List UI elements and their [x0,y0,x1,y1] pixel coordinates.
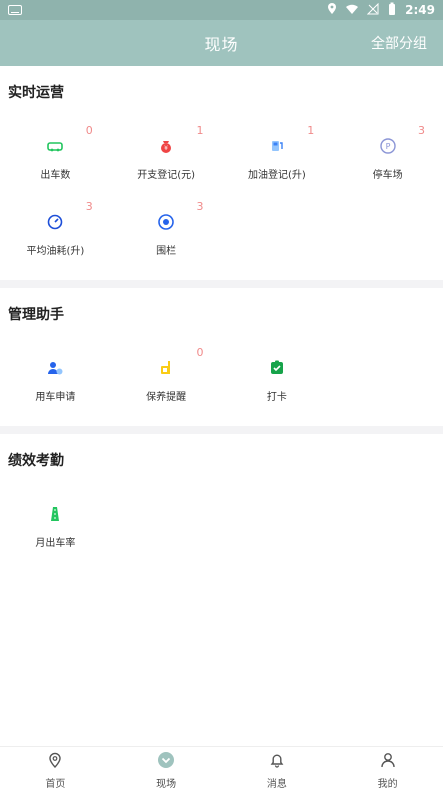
item-label: 停车场 [372,170,403,181]
realtime-section: 实时运营 出车数 0 ¥ 开支登记(元) 1 加油登记(升) 1 P 停车场 3… [0,66,443,280]
battery-icon [387,2,397,19]
realtime-grid: 出车数 0 ¥ 开支登记(元) 1 加油登记(升) 1 P 停车场 3 平均油耗… [0,112,443,280]
item-vehicle-request[interactable]: 用车申请 [0,352,111,416]
chevron-down-circle-icon [157,751,175,773]
item-avg-fuel[interactable]: 平均油耗(升) 3 [0,200,111,270]
management-grid: 用车申请 保养提醒 0 打卡 [0,334,443,426]
parking-icon: P [378,136,398,156]
check-in-icon [267,358,287,378]
no-signal-icon [366,2,379,18]
badge-count: 0 [85,124,93,137]
badge-count: 3 [196,200,204,213]
nav-home[interactable]: 首页 [0,747,111,793]
nav-label: 现场 [156,779,177,790]
item-monthly-trip-rate[interactable]: 月出车率 [0,498,111,562]
section-title: 绩效考勤 [8,453,64,469]
empty-slot [111,498,222,562]
nav-messages[interactable]: 消息 [222,747,333,793]
status-bar: 2:49 [0,0,443,20]
user-icon [379,751,397,773]
badge-count: 0 [196,346,204,359]
item-maintenance-reminder[interactable]: 保养提醒 0 [111,346,222,416]
section-title: 实时运营 [8,85,64,101]
empty-slot [332,352,443,416]
management-section: 管理助手 用车申请 保养提醒 0 打卡 [0,288,443,426]
road-icon [45,504,65,524]
car-icon [45,136,65,156]
maintenance-icon [156,358,176,378]
item-label: 打卡 [266,392,287,403]
nav-onsite[interactable]: 现场 [111,747,222,793]
item-expense-register[interactable]: ¥ 开支登记(元) 1 [111,124,222,194]
section-title: 管理助手 [8,307,64,323]
item-trip-count[interactable]: 出车数 0 [0,124,111,194]
status-time: 2:49 [405,3,435,17]
money-bag-icon: ¥ [156,136,176,156]
status-right: 2:49 [327,2,443,19]
bottom-navigation: 首页 现场 消息 我的 [0,746,443,793]
empty-slot [222,498,333,562]
badge-count: 3 [418,124,425,137]
status-left [0,5,22,15]
section-divider [0,280,443,288]
location-pin-icon [46,751,64,773]
item-label: 平均油耗(升) [26,246,85,257]
item-label: 用车申请 [35,392,76,403]
svg-text:¥: ¥ [164,145,168,152]
item-fuel-register[interactable]: 加油登记(升) 1 [222,124,333,194]
fuel-pump-icon [267,136,287,156]
app-screen: 2:49 现场 全部分组 实时运营 出车数 0 ¥ 开支登记(元) 1 加油登记… [0,0,443,793]
item-parking-lot[interactable]: P 停车场 3 [332,124,443,194]
wifi-icon [345,3,359,18]
item-check-in[interactable]: 打卡 [222,352,333,416]
item-label: 月出车率 [35,538,76,549]
all-groups-button[interactable]: 全部分组 [371,20,427,66]
performance-grid: 月出车率 [0,480,443,572]
empty-slot [332,498,443,562]
nav-label: 消息 [266,779,287,790]
location-icon [327,2,337,18]
keyboard-icon [8,5,22,15]
badge-count: 3 [85,200,93,213]
page-title: 现场 [204,35,239,54]
svg-text:P: P [385,142,390,151]
item-label: 加油登记(升) [247,170,306,181]
main-content: 实时运营 出车数 0 ¥ 开支登记(元) 1 加油登记(升) 1 P 停车场 3… [0,66,443,746]
nav-profile[interactable]: 我的 [332,747,443,793]
empty-slot [222,206,333,270]
section-divider [0,426,443,434]
user-car-request-icon [45,358,65,378]
performance-section: 绩效考勤 月出车率 [0,434,443,572]
nav-label: 我的 [377,779,398,790]
app-header: 现场 全部分组 [0,20,443,66]
nav-label: 首页 [45,779,66,790]
bell-icon [268,751,286,773]
item-label: 出车数 [40,170,71,181]
geofence-icon [156,212,176,232]
item-label: 围栏 [156,246,177,257]
item-label: 保养提醒 [146,392,187,403]
gauge-icon [45,212,65,232]
badge-count: 1 [196,124,204,137]
badge-count: 1 [307,124,315,137]
item-label: 开支登记(元) [137,170,196,181]
empty-slot [332,206,443,270]
item-geofence[interactable]: 围栏 3 [111,200,222,270]
